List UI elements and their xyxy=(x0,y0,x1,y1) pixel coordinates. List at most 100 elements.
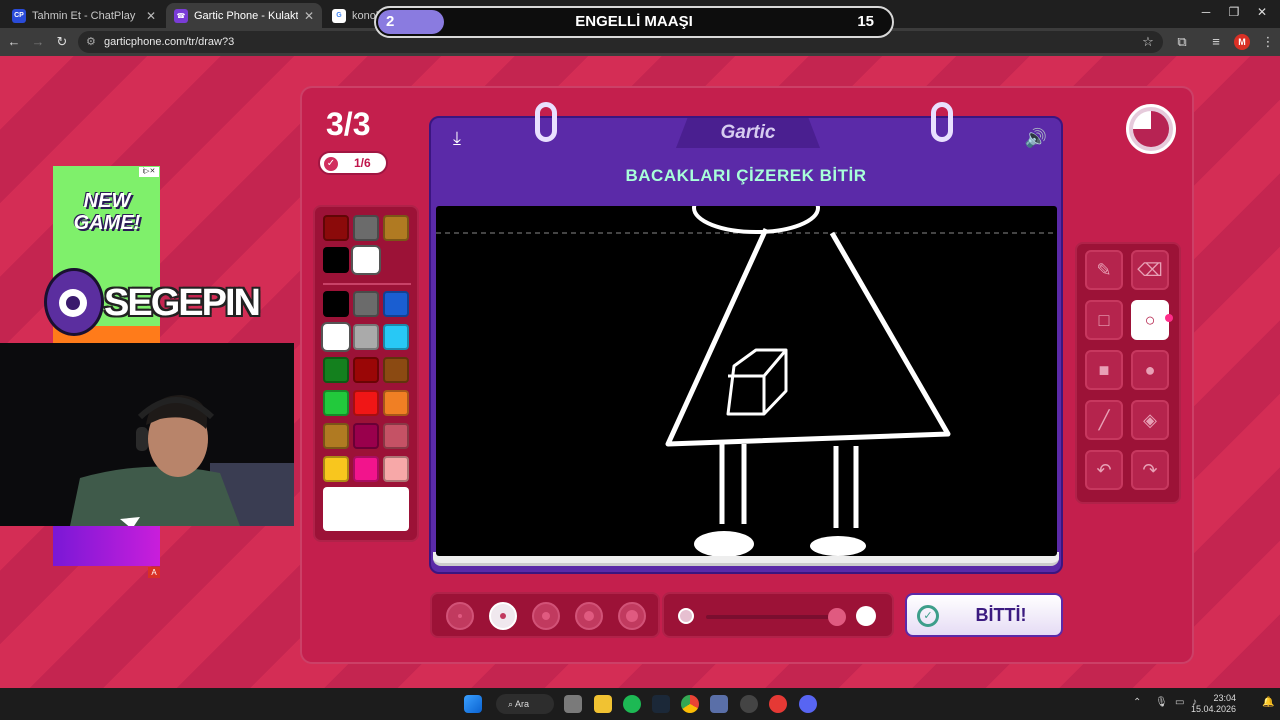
palette-color-swatch[interactable] xyxy=(323,456,349,482)
close-tab-icon[interactable]: ✕ xyxy=(304,9,314,23)
back-icon[interactable]: ← xyxy=(6,34,22,50)
close-window-button[interactable]: ✕ xyxy=(1252,5,1272,23)
brush-size-dot xyxy=(542,612,550,620)
profile-avatar[interactable]: M xyxy=(1234,34,1250,50)
palette-color-swatch[interactable] xyxy=(353,357,379,383)
tool-panel: ✎ ⌫ □ ○ ■ ● ╱ ◈ ↶ ↷ xyxy=(1075,242,1181,504)
ad-footer xyxy=(53,526,160,566)
palette-color-swatch[interactable] xyxy=(383,423,409,449)
tab-chatplay[interactable]: CP Tahmin Et - ChatPlay ✕ xyxy=(4,3,164,28)
opacity-max-icon xyxy=(856,606,876,626)
youtube-icon[interactable] xyxy=(769,695,787,713)
circle-filled-icon[interactable]: ● xyxy=(1131,350,1169,390)
site-settings-icon[interactable]: ⚙ xyxy=(86,31,96,53)
obs-icon[interactable] xyxy=(740,695,758,713)
opacity-slider[interactable] xyxy=(662,592,894,638)
brush-size-option[interactable] xyxy=(575,602,603,630)
clock-time: 23:04 xyxy=(1213,693,1236,703)
head-ellipse xyxy=(692,206,820,234)
steam-icon[interactable] xyxy=(652,695,670,713)
drawing-notebook: Gartic ⤓ 🔊 BACAKLARI ÇİZEREK BİTİR xyxy=(429,102,1063,574)
done-label: BİTTİ! xyxy=(975,605,1027,625)
microphone-icon[interactable]: 🎙 xyxy=(1155,697,1168,708)
search-label: Ara xyxy=(515,699,530,709)
recent-color-swatch[interactable] xyxy=(383,215,409,241)
line-icon[interactable]: ╱ xyxy=(1085,400,1123,440)
palette-color-swatch[interactable] xyxy=(383,357,409,383)
streamer-name-logo: SEGEPIN xyxy=(104,282,261,324)
windows-start-icon[interactable] xyxy=(464,695,482,713)
sound-icon[interactable]: 🔊 xyxy=(1023,128,1049,152)
square-outline-icon[interactable]: □ xyxy=(1085,300,1123,340)
current-color-swatch[interactable] xyxy=(323,487,409,531)
spotify-icon[interactable] xyxy=(623,695,641,713)
palette-color-swatch[interactable] xyxy=(323,291,349,317)
color-palette xyxy=(313,205,419,542)
palette-color-swatch[interactable] xyxy=(353,291,379,317)
pencil-icon[interactable]: ✎ xyxy=(1085,250,1123,290)
palette-color-swatch[interactable] xyxy=(383,291,409,317)
tab-title: Gartic Phone - Kulaktan Kulağa xyxy=(194,9,298,22)
eraser-icon[interactable]: ⌫ xyxy=(1131,250,1169,290)
task-instruction: BACAKLARI ÇİZEREK BİTİR xyxy=(625,166,867,185)
extensions-icon[interactable]: ⧉ xyxy=(1174,34,1190,50)
recent-color-swatch[interactable] xyxy=(353,247,379,273)
tool-indicator-dot xyxy=(1165,314,1173,322)
url-text: garticphone.com/tr/draw?3 xyxy=(104,36,235,48)
undo-icon[interactable]: ↶ xyxy=(1085,450,1123,490)
bucket-icon[interactable]: ◈ xyxy=(1131,400,1169,440)
close-tab-icon[interactable]: ✕ xyxy=(146,9,156,23)
brush-size-option[interactable] xyxy=(489,602,517,630)
drawing-canvas[interactable] xyxy=(436,206,1057,556)
bookmark-star-icon[interactable]: ☆ xyxy=(1140,34,1156,50)
brush-size-option[interactable] xyxy=(446,602,474,630)
browser-menu-icon[interactable]: ⋮ xyxy=(1260,34,1276,50)
redo-icon[interactable]: ↷ xyxy=(1131,450,1169,490)
tab-gartic-phone[interactable]: ☎ Gartic Phone - Kulaktan Kulağa ✕ xyxy=(166,3,322,28)
reload-icon[interactable]: ↻ xyxy=(54,34,70,50)
done-button[interactable]: ✓ BİTTİ! xyxy=(905,593,1063,637)
download-icon[interactable]: ⤓ xyxy=(445,128,469,152)
circle-outline-icon[interactable]: ○ xyxy=(1131,300,1169,340)
recent-color-swatch[interactable] xyxy=(323,247,349,273)
google-favicon-icon: G xyxy=(332,8,346,23)
network-icon[interactable]: ▭ xyxy=(1175,697,1184,708)
app-icon[interactable] xyxy=(710,695,728,713)
tray-overflow-icon[interactable]: ⌃ xyxy=(1133,697,1141,708)
palette-color-swatch[interactable] xyxy=(353,390,379,416)
square-filled-icon[interactable]: ■ xyxy=(1085,350,1123,390)
palette-color-swatch[interactable] xyxy=(323,423,349,449)
discord-icon[interactable] xyxy=(799,695,817,713)
chrome-icon[interactable] xyxy=(681,695,699,713)
opacity-knob[interactable] xyxy=(828,608,846,626)
reading-list-icon[interactable]: ≡ xyxy=(1208,34,1224,50)
palette-color-swatch[interactable] xyxy=(323,357,349,383)
gartic-favicon-icon: ☎ xyxy=(174,8,188,23)
drawing-strokes xyxy=(436,206,1057,556)
cube-sketch xyxy=(726,348,788,416)
palette-color-swatch[interactable] xyxy=(353,423,379,449)
minimize-window-button[interactable]: ─ xyxy=(1196,5,1216,23)
maximize-window-button[interactable]: ❐ xyxy=(1224,5,1244,23)
palette-color-swatch[interactable] xyxy=(383,324,409,350)
palette-color-swatch[interactable] xyxy=(323,390,349,416)
ad-choices-icon[interactable]: i▷✕ xyxy=(139,167,159,177)
system-clock[interactable]: 23:04 15.04.2026 xyxy=(1191,693,1236,715)
opacity-track[interactable] xyxy=(706,615,832,619)
brush-size-selector xyxy=(430,592,660,638)
round-banner: 2 ENGELLİ MAAŞI 15 xyxy=(374,6,894,38)
forward-icon[interactable]: → xyxy=(30,34,46,50)
palette-color-swatch[interactable] xyxy=(323,324,349,350)
taskbar-search[interactable]: ⌕ Ara xyxy=(496,694,554,714)
brush-size-option[interactable] xyxy=(532,602,560,630)
palette-color-swatch[interactable] xyxy=(383,390,409,416)
palette-color-swatch[interactable] xyxy=(383,456,409,482)
task-view-icon[interactable] xyxy=(564,695,582,713)
recent-color-swatch[interactable] xyxy=(323,215,349,241)
file-explorer-icon[interactable] xyxy=(594,695,612,713)
recent-color-swatch[interactable] xyxy=(353,215,379,241)
brush-size-option[interactable] xyxy=(618,602,646,630)
palette-color-swatch[interactable] xyxy=(353,456,379,482)
palette-color-swatch[interactable] xyxy=(353,324,379,350)
notification-bell-icon[interactable]: 🔔 xyxy=(1262,697,1274,708)
